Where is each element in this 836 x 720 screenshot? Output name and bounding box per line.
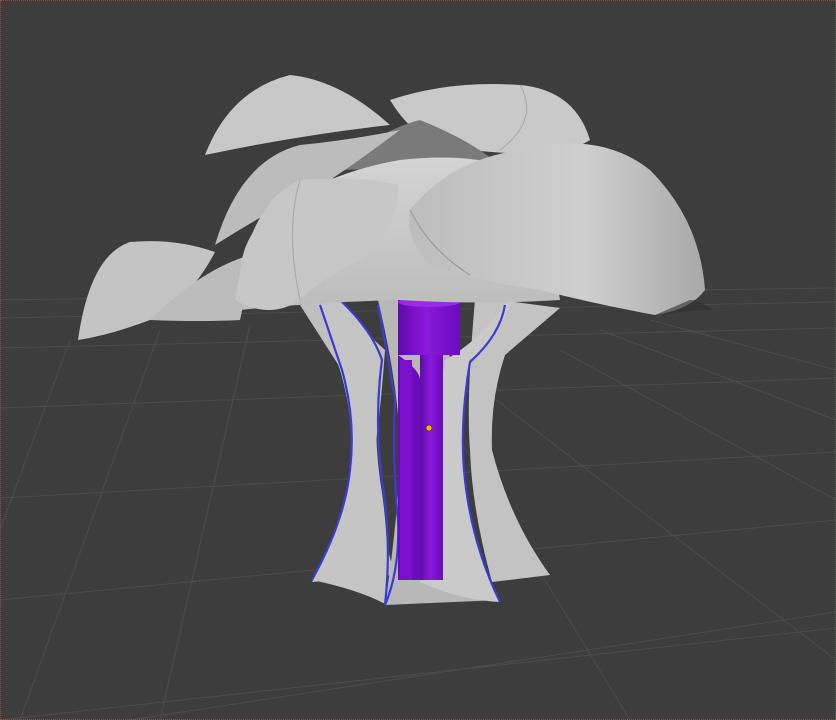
3d-viewport[interactable] <box>0 0 836 720</box>
viewport-scene[interactable] <box>0 0 836 720</box>
selected-trunk-cylinder[interactable] <box>398 297 460 580</box>
object-origin-dot <box>425 424 433 432</box>
